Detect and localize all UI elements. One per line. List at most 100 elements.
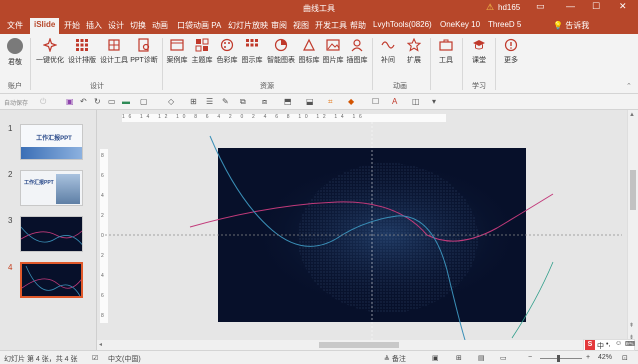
horizontal-scrollbar[interactable]: ◂ ▸	[97, 340, 627, 350]
color-library-button[interactable]: 色彩库	[216, 38, 238, 65]
extend-button[interactable]: 扩展	[403, 38, 425, 65]
fill-icon[interactable]: ◆	[348, 97, 354, 106]
thumbnail-curves	[22, 265, 81, 296]
shapes-icon[interactable]: ◇	[168, 97, 174, 106]
curve-overlay[interactable]	[97, 110, 627, 350]
tween-button[interactable]: 补间	[377, 38, 399, 65]
distribute-icon[interactable]: ☰	[206, 97, 213, 106]
slideshow-view-icon[interactable]: ▭	[500, 354, 507, 362]
tab-islide[interactable]: iSlide	[30, 18, 60, 34]
tab-home[interactable]: 开始	[64, 20, 80, 31]
zoom-level[interactable]: 42%	[598, 354, 612, 361]
zoom-slider[interactable]	[540, 358, 582, 359]
collapse-ribbon-icon[interactable]: ⌃	[626, 82, 632, 90]
ppt-diagnosis-button[interactable]: PPT诊断	[130, 38, 158, 65]
more-button[interactable]: 更多	[500, 38, 522, 65]
ime-mode[interactable]: 中	[597, 341, 604, 351]
tab-design[interactable]: 设计	[108, 20, 124, 31]
punctuation-icon[interactable]: •,	[606, 341, 610, 348]
normal-view-icon[interactable]: ▣	[432, 354, 439, 362]
scroll-left-icon[interactable]: ◂	[99, 341, 102, 348]
image-library-button[interactable]: 图片库	[322, 38, 344, 65]
text-box-icon[interactable]: A	[392, 97, 397, 106]
zoom-slider-knob[interactable]	[557, 355, 560, 362]
notes-button[interactable]: ≜ 备注	[384, 354, 406, 364]
scroll-thumb[interactable]	[319, 342, 399, 348]
design-tools-button[interactable]: 设计工具	[99, 38, 129, 65]
icon-library-button[interactable]: 图标库	[298, 38, 320, 65]
slide-thumbnail-3[interactable]	[20, 216, 83, 252]
tools-button[interactable]: 工具	[435, 38, 457, 65]
slide-thumbnail-4[interactable]	[20, 262, 83, 298]
crop-icon[interactable]: ⌗	[328, 97, 333, 107]
account-button[interactable]: 君敬	[5, 38, 25, 67]
previous-slide-icon[interactable]: ⇞	[629, 322, 634, 329]
spellcheck-icon[interactable]: ☑	[92, 354, 98, 362]
warning-icon[interactable]: ⚠	[486, 2, 494, 13]
ppt-diagnosis-label: PPT诊断	[130, 57, 158, 64]
slide-thumbnail-1[interactable]: 工作汇报PPT	[20, 124, 83, 160]
ime-toolbar[interactable]: S 中 •, ☺ ⌨	[583, 339, 635, 351]
tab-insert[interactable]: 插入	[86, 20, 102, 31]
minimize-icon[interactable]: —	[566, 1, 575, 11]
close-icon[interactable]: ✕	[619, 1, 627, 12]
tab-animations[interactable]: 动画	[152, 20, 168, 31]
tell-me-search[interactable]: 💡 告诉我	[553, 20, 589, 31]
classroom-button[interactable]: 课堂	[468, 38, 490, 65]
zoom-in-icon[interactable]: +	[586, 354, 590, 361]
scroll-up-icon[interactable]: ▲	[629, 112, 635, 118]
tween-label: 补间	[381, 57, 395, 64]
vertical-scrollbar[interactable]: ▲ ⇞ ⇟	[627, 110, 638, 350]
diagram-library-button[interactable]: 图示库	[241, 38, 263, 65]
language-status[interactable]: 中文(中国)	[108, 354, 141, 364]
zoom-out-icon[interactable]: −	[528, 354, 532, 361]
tab-pocket-animation[interactable]: 口袋动画 PA	[177, 20, 221, 31]
picture-icon[interactable]: ▬	[122, 97, 130, 106]
case-library-button[interactable]: 案例库	[166, 38, 188, 65]
autosave-toggle-icon[interactable]: ⏻	[40, 97, 46, 107]
fit-to-window-icon[interactable]: ⊡	[622, 354, 628, 362]
user-name[interactable]: hd165	[498, 3, 520, 12]
save-icon[interactable]: ▣	[66, 97, 74, 106]
smart-chart-button[interactable]: 智能图表	[266, 38, 296, 65]
ribbon-display-icon[interactable]: ▭	[536, 1, 545, 12]
tab-threed[interactable]: ThreeD 5	[488, 20, 521, 29]
one-click-optimize-button[interactable]: 一键优化	[35, 38, 65, 65]
icon-library-icon	[303, 38, 315, 51]
slide-thumbnail-2[interactable]: 工作汇报PPT	[20, 170, 83, 206]
maximize-icon[interactable]: ☐	[592, 1, 600, 12]
design-layout-button[interactable]: 设计排版	[67, 38, 97, 65]
format-painter-icon[interactable]: ✎	[222, 97, 229, 106]
tab-transitions[interactable]: 切换	[130, 20, 146, 31]
redo-icon[interactable]: ↻	[94, 97, 101, 106]
scroll-thumb[interactable]	[630, 170, 636, 210]
tab-onekey[interactable]: OneKey 10	[440, 20, 480, 29]
autosave-label[interactable]: 自动保存	[4, 98, 28, 107]
tab-file[interactable]: 文件	[7, 20, 23, 31]
theme-library-button[interactable]: 主题库	[191, 38, 213, 65]
merge-shapes-icon[interactable]: ◫	[412, 97, 420, 106]
group-animation-label: 动画	[393, 83, 407, 90]
bring-forward-icon[interactable]: ⬒	[284, 97, 292, 106]
new-slide-icon[interactable]: ▢	[140, 97, 148, 106]
send-backward-icon[interactable]: ⬓	[306, 97, 314, 106]
tab-help[interactable]: 帮助	[350, 20, 366, 31]
emoji-icon[interactable]: ☺	[615, 340, 622, 347]
tab-slideshow[interactable]: 幻灯片放映	[228, 20, 268, 31]
reading-view-icon[interactable]: ▤	[478, 354, 485, 362]
ungroup-icon[interactable]: ⧈	[262, 97, 267, 107]
align-icon[interactable]: ⊞	[190, 97, 197, 106]
start-slideshow-icon[interactable]: ▭	[108, 97, 116, 106]
tab-view[interactable]: 视图	[293, 20, 309, 31]
outline-icon[interactable]: ☐	[372, 97, 379, 106]
tab-review[interactable]: 审阅	[271, 20, 287, 31]
tab-developer[interactable]: 开发工具	[315, 20, 347, 31]
keyboard-icon[interactable]: ⌨	[625, 340, 635, 348]
illustration-library-button[interactable]: 插图库	[346, 38, 368, 65]
slide-sorter-icon[interactable]: ⊞	[456, 354, 462, 362]
customize-qat-icon[interactable]: ▾	[432, 97, 436, 106]
group-learning-label: 学习	[472, 83, 486, 90]
undo-icon[interactable]: ↶	[80, 97, 87, 106]
tab-lvyhtools[interactable]: LvyhTools(0826)	[373, 20, 432, 29]
group-icon[interactable]: ⧉	[240, 97, 246, 107]
